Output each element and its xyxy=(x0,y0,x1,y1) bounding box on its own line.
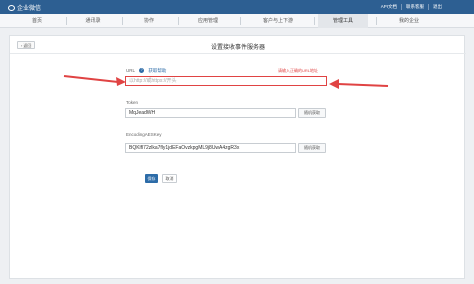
annotation-arrow-left xyxy=(63,75,126,86)
cancel-button[interactable]: 取消 xyxy=(162,174,177,183)
aeskey-field[interactable]: BQKlfl72zlka7fly1jdEFaOvzkpgML9j8UwA4zgR… xyxy=(125,143,296,153)
url-input[interactable] xyxy=(129,77,326,85)
aeskey-random-button[interactable]: 随机获取 xyxy=(298,143,326,153)
nav-divider xyxy=(66,17,67,25)
tab-customers[interactable]: 客户与上下游 xyxy=(250,14,306,28)
api-docs-link[interactable]: API文档 xyxy=(377,4,401,10)
url-label-row: URL ? 获取帮助 xyxy=(126,68,166,74)
help-link[interactable]: 获取帮助 xyxy=(148,68,166,73)
brand: 企业微信 xyxy=(8,3,41,12)
nav-divider xyxy=(178,17,179,25)
nav-divider xyxy=(376,17,377,25)
page-title: 设置接收事件服务器 xyxy=(210,45,265,51)
tab-app-management[interactable]: 应用管理 xyxy=(188,14,228,28)
aeskey-label: EncodingAESKey xyxy=(126,132,162,137)
tab-my-enterprise[interactable]: 我的企业 xyxy=(386,14,432,28)
nav-divider xyxy=(122,17,123,25)
url-error-hint: 请输入正确的URL地址 xyxy=(278,68,319,73)
save-button[interactable]: 保存 xyxy=(145,174,158,183)
contact-support-link[interactable]: 联系客服 xyxy=(401,4,428,10)
aeskey-value: BQKlfl72zlka7fly1jdEFaOvzkpgML9j8UwA4zgR… xyxy=(129,145,240,151)
tab-contacts[interactable]: 通讯录 xyxy=(76,14,110,28)
annotation-arrow-right xyxy=(329,79,389,89)
url-field[interactable] xyxy=(125,76,327,86)
help-icon[interactable]: ? xyxy=(139,68,145,74)
tab-admin-tools[interactable]: 管理工具 xyxy=(318,14,368,28)
token-field[interactable]: MqJeadWH xyxy=(125,108,296,118)
wecom-logo-icon xyxy=(8,4,15,11)
main-nav: 首页 通讯录 协作 应用管理 客户与上下游 管理工具 我的企业 xyxy=(0,14,474,28)
tab-home[interactable]: 首页 xyxy=(20,14,54,28)
settings-panel: ‹ 返回 设置接收事件服务器 URL ? 获取帮助 请输入正确的URL地址 To… xyxy=(9,35,466,279)
nav-divider xyxy=(314,17,315,25)
url-label: URL xyxy=(126,68,135,73)
brand-name: 企业微信 xyxy=(17,6,42,12)
token-random-button[interactable]: 随机获取 xyxy=(298,108,326,118)
nav-divider xyxy=(240,17,241,25)
token-label: Token xyxy=(126,100,139,105)
title-divider xyxy=(10,53,466,54)
top-bar: 企业微信 API文档 联系客服 退出 xyxy=(0,0,474,14)
top-links: API文档 联系客服 退出 xyxy=(377,4,446,10)
token-value: MqJeadWH xyxy=(129,110,156,116)
logout-link[interactable]: 退出 xyxy=(428,4,446,10)
tab-collaboration[interactable]: 协作 xyxy=(132,14,166,28)
